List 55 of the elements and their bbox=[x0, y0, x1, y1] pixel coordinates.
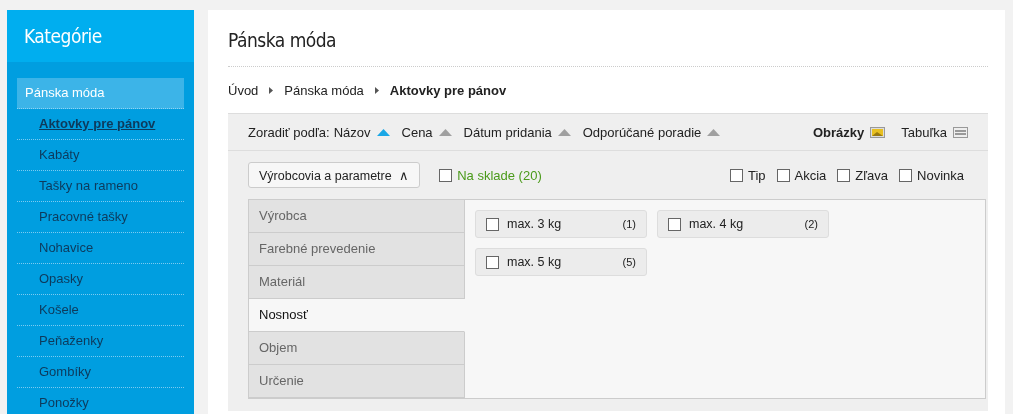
parameter-tab[interactable]: Výrobca bbox=[249, 200, 465, 233]
checkbox[interactable] bbox=[776, 168, 790, 182]
checkbox[interactable] bbox=[486, 255, 499, 269]
sort-label: Zoradiť podľa: bbox=[248, 124, 330, 140]
breadcrumb-current: Aktovky pre pánov bbox=[389, 82, 507, 98]
subcategory-link[interactable]: Pracovné tašky bbox=[17, 202, 184, 233]
sort-option[interactable]: Názov bbox=[333, 124, 371, 140]
checkbox[interactable] bbox=[899, 168, 913, 182]
in-stock-label: Na sklade (20) bbox=[457, 167, 542, 183]
checkbox[interactable] bbox=[729, 168, 743, 182]
option-label: max. 5 kg bbox=[507, 255, 562, 269]
sort-option[interactable]: Cena bbox=[401, 124, 433, 140]
checkbox[interactable] bbox=[837, 168, 851, 182]
subcategory-link[interactable]: Aktovky pre pánov bbox=[17, 109, 184, 140]
option-label: max. 4 kg bbox=[689, 217, 744, 231]
sort-option[interactable]: Dátum pridania bbox=[463, 124, 552, 140]
view-option[interactable]: Obrázky bbox=[812, 124, 865, 140]
subcategory-link[interactable]: Tašky na rameno bbox=[17, 171, 184, 202]
parameter-tab[interactable]: Materiál bbox=[249, 266, 465, 299]
filter-option[interactable]: max. 5 kg (5) bbox=[475, 248, 647, 276]
checkbox-label: Akcia bbox=[794, 167, 827, 183]
table-icon bbox=[953, 126, 968, 138]
breadcrumb-link[interactable]: Úvod bbox=[228, 82, 259, 98]
filter-option[interactable]: max. 3 kg (1) bbox=[475, 210, 647, 238]
parameter-tab[interactable]: Objem bbox=[249, 332, 465, 365]
checkbox[interactable] bbox=[439, 168, 453, 182]
subcategory-link[interactable]: Nohavice bbox=[17, 233, 184, 264]
subcategory-link[interactable]: Kabáty bbox=[17, 140, 184, 171]
subcategory-link[interactable]: Ponožky bbox=[17, 388, 184, 414]
chevron-icon bbox=[269, 86, 274, 94]
category-item[interactable]: Pánska móda bbox=[17, 78, 184, 109]
checkbox-label: Novinka bbox=[917, 167, 964, 183]
page-title: Pánska móda bbox=[228, 10, 988, 67]
option-label: max. 3 kg bbox=[507, 217, 562, 231]
filter-toggle-button[interactable]: Výrobcovia a parametre ∧ bbox=[248, 162, 421, 188]
sidebar-title: Kategórie bbox=[24, 25, 102, 47]
parameter-tab[interactable]: Farebné prevedenie bbox=[249, 233, 465, 266]
filter-option[interactable]: max. 4 kg (2) bbox=[657, 210, 829, 238]
subcategory-link[interactable]: Košele bbox=[17, 295, 184, 326]
option-count: (2) bbox=[804, 218, 818, 230]
sort-option[interactable]: Odporúčané poradie bbox=[582, 124, 702, 140]
image-icon bbox=[870, 126, 886, 138]
checkbox[interactable] bbox=[486, 217, 499, 231]
subcategory-link[interactable]: Gombíky bbox=[17, 357, 184, 388]
subcategory-link[interactable]: Peňaženky bbox=[17, 326, 184, 357]
checkbox-label: Zľava bbox=[855, 167, 889, 183]
chevron-icon bbox=[374, 86, 379, 94]
view-option[interactable]: Tabuľka bbox=[901, 124, 947, 140]
checkbox[interactable] bbox=[668, 217, 681, 231]
option-count: (1) bbox=[622, 218, 636, 230]
option-count: (5) bbox=[622, 256, 636, 268]
parameter-tab[interactable]: Určenie bbox=[249, 365, 465, 398]
breadcrumb-link[interactable]: Pánska móda bbox=[284, 82, 364, 98]
checkbox-label: Tip bbox=[747, 167, 766, 183]
subcategory-link[interactable]: Opasky bbox=[17, 264, 184, 295]
